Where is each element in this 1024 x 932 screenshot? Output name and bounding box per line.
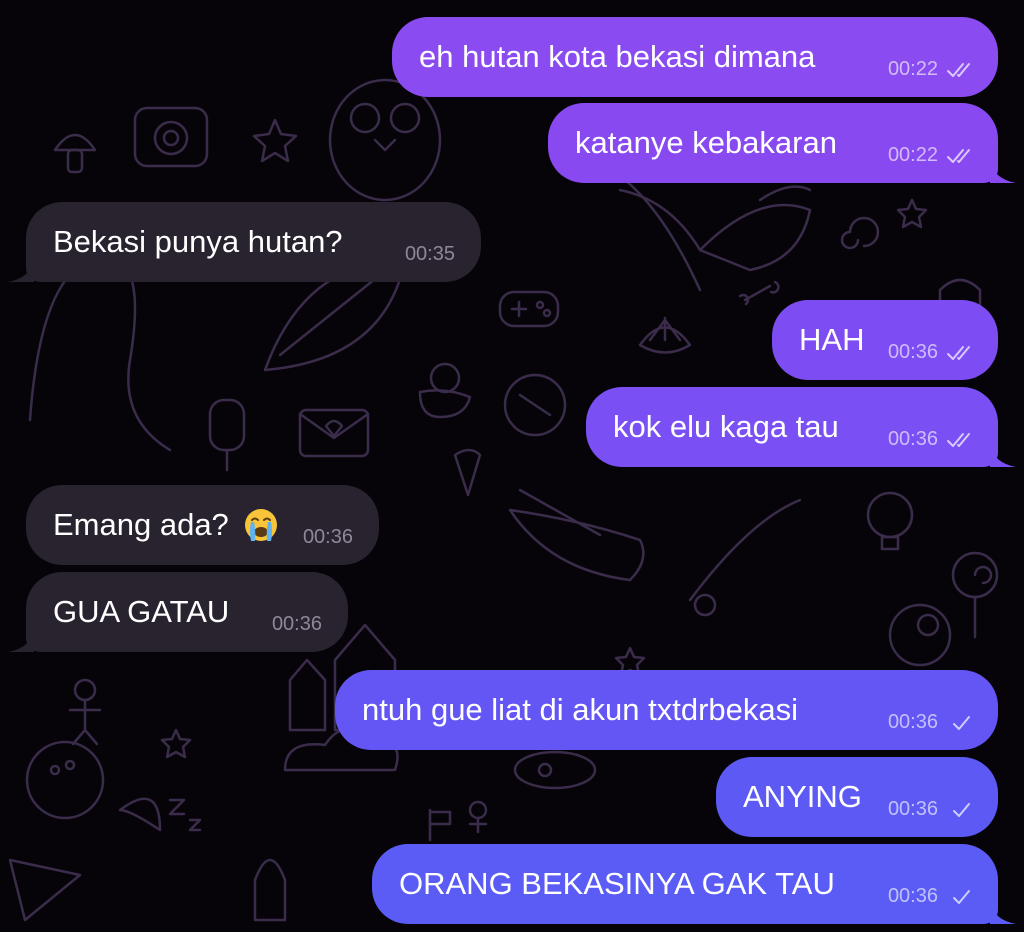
message-text: kok elu kaga tau	[613, 409, 839, 444]
message-time: 00:22	[887, 58, 938, 80]
incoming-message[interactable]: GUA GATAU 00:36	[8, 572, 348, 652]
single-check-icon	[953, 715, 970, 730]
bubble-tail	[990, 902, 1016, 924]
message-meta: 00:36	[888, 341, 976, 364]
bubble-tail	[8, 630, 34, 652]
double-check-icon	[947, 432, 970, 447]
bubble-tail	[990, 161, 1016, 183]
bubble-tail	[990, 445, 1016, 467]
message-time: 00:22	[887, 144, 938, 166]
message-text: katanye kebakaran	[575, 125, 837, 160]
outgoing-message[interactable]: ntuh gue liat di akun txtdrbekasi 00:36	[335, 670, 998, 750]
outgoing-message[interactable]: kok elu kaga tau 00:36	[586, 387, 1016, 467]
message-time: 00:36	[887, 341, 938, 363]
double-check-icon	[947, 345, 970, 360]
message-list[interactable]: eh hutan kota bekasi dimana 00:22 katany…	[0, 0, 1024, 932]
outgoing-message[interactable]: eh hutan kota bekasi dimana 00:22	[392, 17, 998, 97]
message-time: 00:35	[404, 243, 455, 265]
incoming-message[interactable]: Bekasi punya hutan? 00:35	[8, 202, 481, 282]
message-time: 00:36	[887, 798, 938, 820]
single-check-icon	[953, 802, 970, 817]
incoming-message[interactable]: Emang ada? 00:36	[26, 485, 379, 565]
message-time: 00:36	[887, 711, 938, 733]
message-time: 00:36	[271, 613, 322, 635]
double-check-icon	[947, 62, 970, 77]
message-text: HAH	[799, 322, 865, 357]
message-meta: 00:36	[888, 711, 976, 734]
double-check-icon	[947, 148, 970, 163]
message-meta: 00:36	[888, 885, 976, 908]
bubble-tail	[8, 260, 34, 282]
message-text: Bekasi punya hutan?	[53, 224, 343, 259]
outgoing-message[interactable]: katanye kebakaran 00:22	[548, 103, 1016, 183]
message-meta: 00:36	[888, 798, 976, 821]
message-text: ANYING	[743, 779, 862, 814]
outgoing-message[interactable]: HAH 00:36	[772, 300, 998, 380]
message-time: 00:36	[887, 885, 938, 907]
outgoing-message[interactable]: ANYING 00:36	[716, 757, 998, 837]
message-meta: 00:36	[888, 428, 976, 451]
outgoing-message[interactable]: ORANG BEKASINYA GAK TAU 00:36	[372, 844, 1016, 924]
message-text: GUA GATAU	[53, 594, 230, 629]
message-meta: 00:36	[272, 613, 322, 636]
message-meta: 00:36	[303, 526, 353, 549]
message-text: eh hutan kota bekasi dimana	[419, 39, 816, 74]
message-meta: 00:35	[405, 243, 455, 266]
loudly-crying-face-icon	[244, 509, 277, 541]
message-time: 00:36	[887, 428, 938, 450]
single-check-icon	[953, 889, 970, 904]
message-text: Emang ada?	[53, 507, 229, 542]
message-text: ntuh gue liat di akun txtdrbekasi	[362, 692, 798, 727]
message-meta: 00:22	[888, 58, 976, 81]
message-time: 00:36	[302, 526, 353, 548]
message-meta: 00:22	[888, 144, 976, 167]
message-text: ORANG BEKASINYA GAK TAU	[399, 866, 835, 901]
